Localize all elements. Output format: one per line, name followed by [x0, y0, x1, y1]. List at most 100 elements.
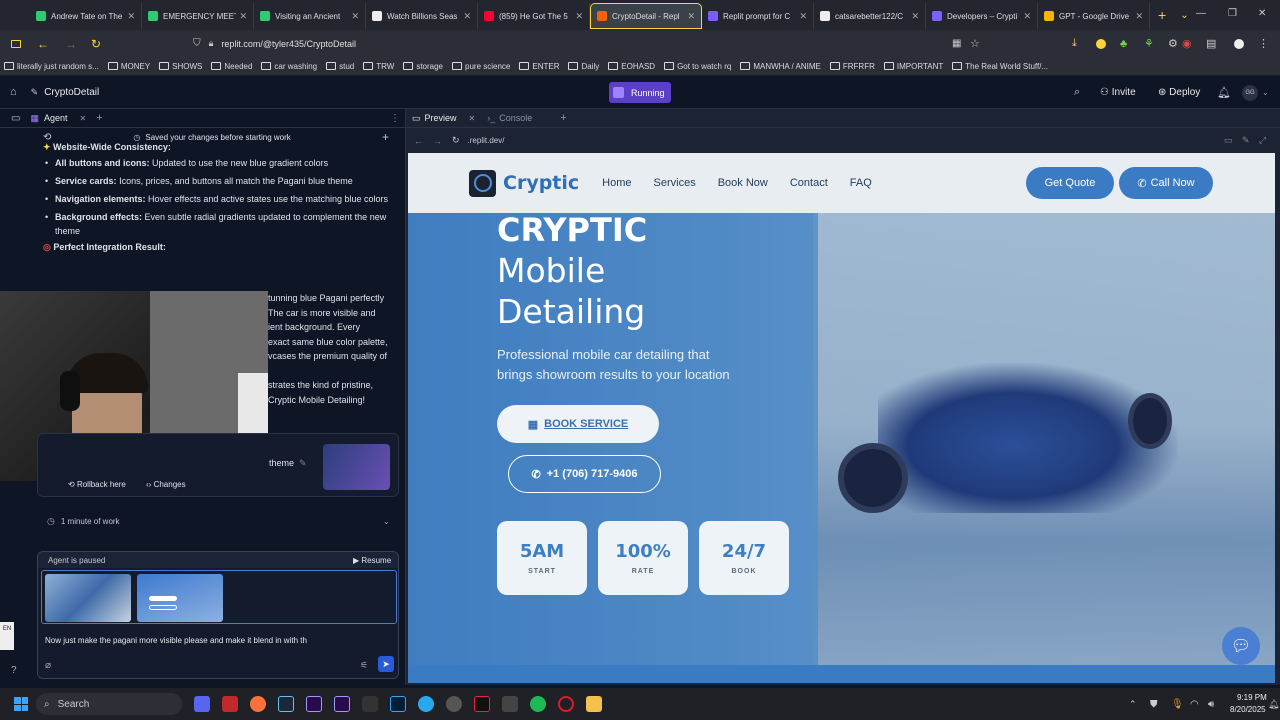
lock-icon[interactable]: 🔒︎ [209, 38, 214, 49]
firefox-icon[interactable] [250, 696, 266, 712]
close-tab-icon[interactable]: ✕ [687, 11, 695, 22]
settings-sliders-icon[interactable]: ⚟ [360, 660, 368, 671]
address-bar[interactable]: replit.com/@tyler435/CryptoDetail [221, 39, 356, 49]
add-preview-tab-button[interactable]: + [560, 112, 566, 124]
new-tab-button[interactable]: + [1158, 7, 1166, 23]
bookmark-item[interactable]: Got to watch rq [664, 62, 731, 71]
site-nav-link[interactable]: Book Now [718, 177, 768, 189]
minimize-button[interactable]: — [1196, 8, 1206, 19]
browser-tab[interactable]: catsarebetter122/C ✕ [814, 3, 926, 29]
bookmark-item[interactable]: ENTER [519, 62, 559, 71]
close-tab-icon[interactable]: ✕ [463, 11, 471, 22]
chat-input[interactable]: Now just make the pagani more visible pl… [45, 636, 395, 645]
settings-icon[interactable] [446, 696, 462, 712]
download-icon[interactable]: ⤓ [1072, 37, 1077, 50]
search-icon[interactable]: ⌕ [1074, 86, 1080, 99]
home-icon[interactable]: ⌂ [10, 86, 17, 98]
attachment-thumbnail-site[interactable] [137, 574, 223, 622]
premiere-icon-2[interactable] [334, 696, 350, 712]
telegram-icon[interactable] [418, 696, 434, 712]
browser-menu-icon[interactable]: ⋮ [1258, 37, 1269, 50]
extensions-menu-icon[interactable]: ▤ [1206, 37, 1216, 50]
browser-tab[interactable]: CryptoDetail - Repl ✕ [590, 3, 702, 29]
layout-icon[interactable]: ▭ [11, 113, 20, 124]
account-chevron-icon[interactable]: ⌄ [1262, 88, 1269, 97]
send-button[interactable]: ➤ [378, 656, 394, 672]
app-icon-2[interactable] [362, 696, 378, 712]
book-service-button[interactable]: ▦ BOOK SERVICE [497, 405, 659, 443]
taskbar-search[interactable]: ⌕ Search [36, 693, 182, 715]
back-button[interactable]: ← [37, 37, 49, 51]
reload-button[interactable]: ↻ [91, 37, 101, 51]
site-nav-link[interactable]: FAQ [850, 177, 872, 189]
app-icon[interactable] [222, 696, 238, 712]
profile-avatar[interactable] [1234, 39, 1244, 49]
extension-icon-3[interactable]: ⚘ [1144, 37, 1154, 50]
maximize-button[interactable]: ❐ [1228, 8, 1237, 19]
photoshop-icon[interactable] [390, 696, 406, 712]
browser-tab[interactable]: Watch Billions Seas ✕ [366, 3, 478, 29]
close-tab-icon[interactable]: ✕ [80, 114, 87, 123]
bookmark-item[interactable]: FRFRFR [829, 62, 875, 71]
site-nav-link[interactable]: Services [654, 177, 696, 189]
windows-start-icon[interactable] [14, 697, 28, 711]
browser-tab[interactable]: Developers – Crypti ✕ [926, 3, 1038, 29]
spotify-icon[interactable] [530, 696, 546, 712]
discord-icon[interactable] [194, 696, 210, 712]
invite-button[interactable]: ⚇ Invite [1100, 87, 1136, 98]
attachment-thumbnail-car[interactable] [45, 574, 131, 622]
preview-back-icon[interactable]: ← [414, 136, 423, 146]
close-window-button[interactable]: ✕ [1258, 8, 1266, 19]
history-icon[interactable]: ⟲ [43, 132, 51, 143]
close-tab-icon[interactable]: ✕ [1023, 11, 1031, 22]
browser-tab[interactable]: Andrew Tate on The ✕ [30, 3, 142, 29]
microphone-icon[interactable]: 🎙︎ [1171, 699, 1184, 710]
forward-button[interactable]: → [65, 37, 77, 51]
expand-chevron-icon[interactable]: ⌄ [383, 517, 390, 526]
premiere-icon[interactable] [306, 696, 322, 712]
language-indicator[interactable]: EN [0, 622, 14, 650]
extension-icon[interactable] [1096, 39, 1106, 49]
browser-tab[interactable]: EMERGENCY MEETI ✕ [142, 3, 254, 29]
changes-button[interactable]: ‹› Changes [146, 480, 186, 489]
browser-tab[interactable]: (859) He Got The 5 ✕ [478, 3, 590, 29]
close-tab-icon[interactable]: ✕ [127, 11, 135, 22]
add-tab-button[interactable]: + [96, 112, 102, 124]
preview-url[interactable]: .replit.dev/ [468, 136, 505, 145]
bookmark-item[interactable]: pure science [452, 62, 510, 71]
resume-button[interactable]: ▶ Resume [353, 556, 391, 565]
extension-icon-5[interactable]: ◉ [1182, 37, 1192, 50]
preview-reload-icon[interactable]: ↻ [452, 135, 460, 146]
tab-agent[interactable]: ▦ Agent [30, 113, 67, 124]
notification-bell-icon[interactable]: 🔔︎ [1268, 699, 1279, 710]
bookmark-item[interactable]: MANWHA / ANIME [740, 62, 821, 71]
call-now-button[interactable]: ✆ Call Now [1119, 167, 1213, 199]
site-nav-link[interactable]: Home [602, 177, 631, 189]
preview-forward-icon[interactable]: → [433, 136, 442, 146]
volume-icon[interactable]: 🔊︎ [1208, 699, 1214, 710]
avatar[interactable]: GG [1242, 85, 1258, 101]
browser-tab[interactable]: Visiting an Ancient ✕ [254, 3, 366, 29]
browser-tab[interactable]: Replit prompt for C ✕ [702, 3, 814, 29]
new-chat-button[interactable]: + [382, 130, 389, 144]
close-tab-icon[interactable]: ✕ [239, 11, 247, 22]
close-tab-icon[interactable]: ✕ [351, 11, 359, 22]
tray-chevron-icon[interactable]: ⌃ [1129, 699, 1137, 710]
close-tab-icon[interactable]: ✕ [1135, 11, 1143, 22]
opera-icon[interactable] [558, 696, 574, 712]
wifi-icon[interactable]: ◠ [1190, 699, 1199, 710]
bookmark-item[interactable]: MONEY [107, 62, 150, 71]
screenshot-thumbnail[interactable] [323, 444, 390, 490]
site-logo[interactable]: Cryptic [469, 169, 579, 197]
inspect-icon[interactable]: ✎ [1242, 135, 1250, 146]
bookmark-item[interactable]: The Real World Stuff/... [952, 62, 1048, 71]
edit-pencil-icon[interactable]: ✎ [299, 458, 307, 469]
tiktok-icon[interactable] [474, 696, 490, 712]
get-quote-button[interactable]: Get Quote [1026, 167, 1114, 199]
devtools-icon[interactable]: ▭ [1224, 135, 1233, 146]
grid-icon[interactable]: ▦ [952, 38, 961, 49]
sidebar-toggle-icon[interactable] [11, 39, 21, 48]
help-icon[interactable]: ? [11, 665, 17, 676]
bookmark-item[interactable]: IMPORTANT [883, 62, 943, 71]
bookmark-item[interactable]: stud [326, 62, 354, 71]
